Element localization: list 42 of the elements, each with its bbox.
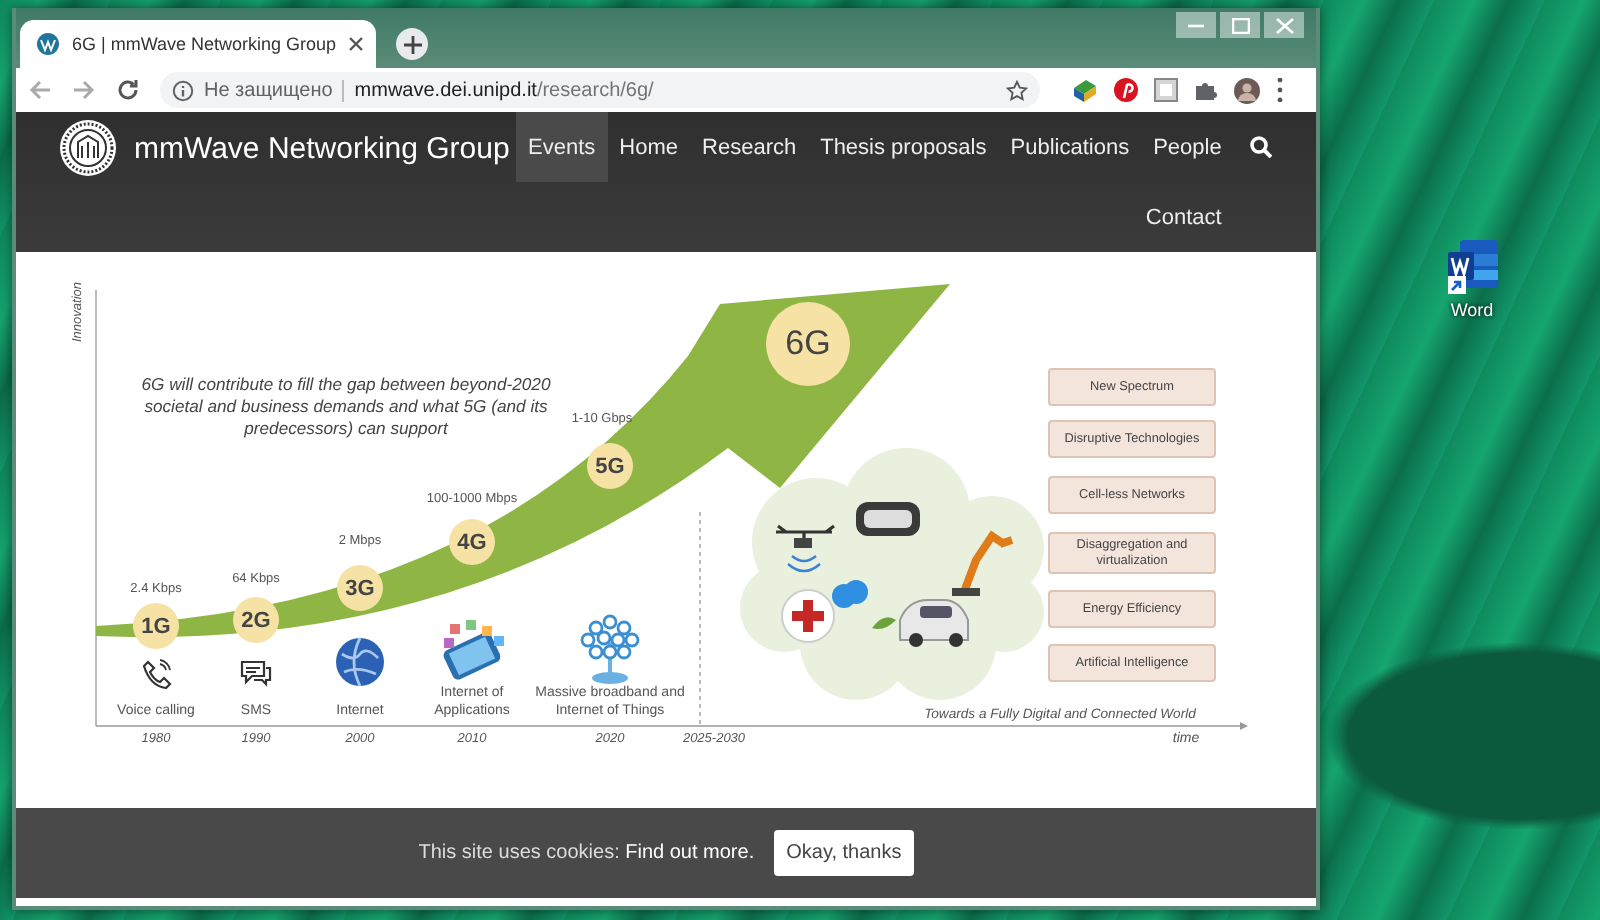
browser-tab[interactable]: 6G | mmWave Networking Group	[20, 20, 377, 68]
nav-link[interactable]: Home	[607, 112, 691, 182]
site-title[interactable]: mmWave Networking Group	[134, 131, 510, 165]
icon-label[interactable]: Word	[1450, 300, 1494, 320]
nav-link[interactable]: Publications	[998, 112, 1142, 182]
find-out-more-link[interactable]: Find out more.	[625, 842, 755, 864]
reload-icon[interactable]	[116, 78, 140, 102]
menu-icon[interactable]	[1276, 78, 1284, 102]
okay-button[interactable]: Okay, thanks	[774, 830, 914, 876]
nav-link[interactable]: Thesis proposals	[808, 112, 999, 182]
seal-logo[interactable]	[58, 118, 118, 178]
wordpress-icon	[36, 32, 60, 56]
close-icon[interactable]	[348, 36, 365, 52]
plus-icon	[403, 35, 422, 53]
generation-badge: 1G	[133, 603, 179, 649]
chat-icon	[238, 658, 274, 690]
generation-badge: 2G	[233, 597, 279, 643]
pin-logo-icon[interactable]	[1114, 78, 1138, 102]
address-bar[interactable]: Не защищено mmwave.dei.unipd.it/research/6g/	[160, 72, 1040, 108]
close-icon	[1275, 17, 1293, 33]
cookie-message: This site uses cookies: Find out more.	[418, 842, 755, 864]
document-shortcut-icon[interactable]	[1444, 236, 1500, 296]
smartphone-icon	[438, 620, 506, 684]
avatar-icon[interactable]	[1234, 77, 1260, 103]
nav-link[interactable]: Research	[690, 112, 809, 182]
tree-icon	[576, 614, 644, 686]
minimize-icon	[1188, 23, 1204, 27]
star-icon[interactable]	[1006, 79, 1028, 101]
maximize-icon	[1231, 17, 1249, 33]
nav-link[interactable]: People	[1141, 112, 1234, 182]
nav-link[interactable]: Events	[516, 112, 608, 182]
new-tab-button[interactable]	[396, 28, 429, 60]
phone-icon	[140, 658, 172, 690]
info-icon	[172, 79, 194, 101]
cube-icon[interactable]	[1072, 78, 1098, 102]
search-icon[interactable]	[1249, 136, 1272, 158]
puzzle-icon[interactable]	[1194, 78, 1218, 102]
generation-badge: 3G	[337, 565, 383, 611]
globe-icon	[334, 636, 386, 688]
picture-icon[interactable]	[1154, 78, 1178, 102]
nav-link[interactable]: Contact	[1133, 182, 1234, 252]
generation-badge: 4G	[449, 519, 495, 565]
